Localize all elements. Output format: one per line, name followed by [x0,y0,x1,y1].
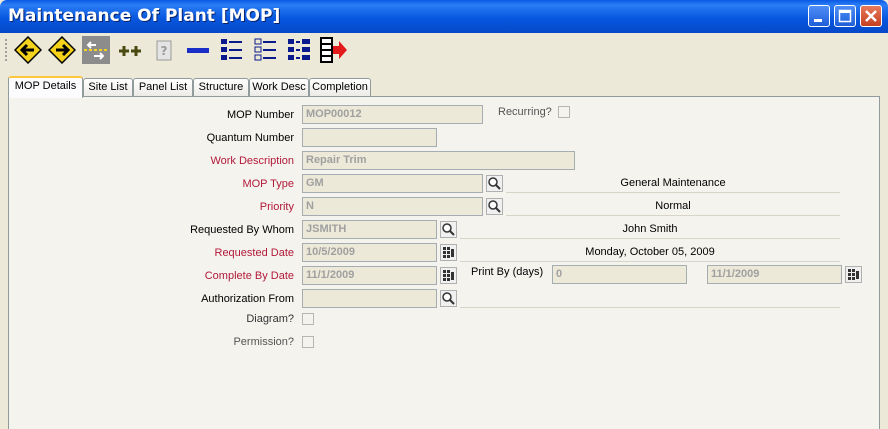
recurring-checkbox[interactable] [558,106,570,118]
close-button[interactable] [860,5,882,27]
maximize-icon [838,9,852,23]
print-by-days-label: Print By (days) [471,266,544,278]
tab-site-list[interactable]: Site List [83,78,133,96]
previous-record-icon[interactable] [14,36,42,64]
calendar-icon[interactable] [845,266,862,283]
mop-type-field[interactable]: GM [302,174,483,193]
search-icon[interactable] [486,175,503,192]
requested-by-field[interactable]: JSMITH [302,220,437,239]
next-record-icon[interactable] [48,36,76,64]
search-icon[interactable] [440,290,457,307]
maximize-button[interactable] [834,5,856,27]
search-icon[interactable] [440,221,457,238]
tab-work-desc[interactable]: Work Desc [249,78,309,96]
recurring-label: Recurring? [498,106,552,118]
quantum-number-field[interactable] [302,128,437,147]
requested-date-label: Requested Date [214,247,295,259]
priority-label: Priority [259,201,294,213]
tab-panel-list[interactable]: Panel List [133,78,193,96]
mop-number-field[interactable]: MOP00012 [302,105,483,124]
complete-by-date-field[interactable]: 11/1/2009 [302,266,437,285]
quantum-number-label: Quantum Number [206,132,294,144]
permission-label: Permission? [233,336,294,348]
authorization-from-label: Authorization From [201,293,294,305]
list-view-icon[interactable] [218,36,246,64]
add-record-icon[interactable] [116,36,144,64]
work-description-label: Work Description [210,155,294,167]
minimize-icon [814,19,822,22]
calendar-icon[interactable] [440,267,457,284]
toolbar: ? [0,33,888,67]
exit-icon[interactable] [320,36,348,64]
tab-mop-details[interactable]: MOP Details [8,76,83,98]
close-icon [865,10,877,22]
search-icon[interactable] [486,198,503,215]
svg-text:?: ? [161,44,168,58]
permission-checkbox[interactable] [302,336,314,348]
authorization-from-field[interactable] [302,289,437,308]
mop-type-label: MOP Type [242,178,294,190]
requested-by-label: Requested By Whom [190,224,294,236]
authorization-from-name [460,289,840,308]
requested-date-long: Monday, October 05, 2009 [460,243,840,262]
title-bar: Maintenance Of Plant [MOP] [0,0,888,33]
toolbar-grip [5,39,7,61]
tree-view-icon[interactable] [286,36,314,64]
diagram-checkbox[interactable] [302,313,314,325]
priority-field[interactable]: N [302,197,483,216]
window-title: Maintenance Of Plant [MOP] [8,6,281,26]
print-by-date-field[interactable]: 11/1/2009 [707,265,842,284]
minimize-button[interactable] [808,5,830,27]
mop-type-description: General Maintenance [506,174,840,193]
go-to-record-icon[interactable] [82,36,110,64]
tab-structure[interactable]: Structure [193,78,249,96]
detail-list-icon[interactable] [252,36,280,64]
complete-by-date-label: Complete By Date [204,270,294,282]
mop-details-panel [8,96,880,429]
help-icon[interactable]: ? [150,36,178,64]
remove-record-icon[interactable] [184,36,212,64]
requested-date-field[interactable]: 10/5/2009 [302,243,437,262]
tab-completion[interactable]: Completion [309,78,371,96]
priority-description: Normal [506,197,840,216]
print-by-days-field[interactable]: 0 [552,265,687,284]
diagram-label: Diagram? [246,313,294,325]
mop-number-label: MOP Number [226,109,294,121]
calendar-icon[interactable] [440,244,457,261]
requested-by-name: John Smith [460,220,840,239]
work-description-field[interactable]: Repair Trim [302,151,575,170]
